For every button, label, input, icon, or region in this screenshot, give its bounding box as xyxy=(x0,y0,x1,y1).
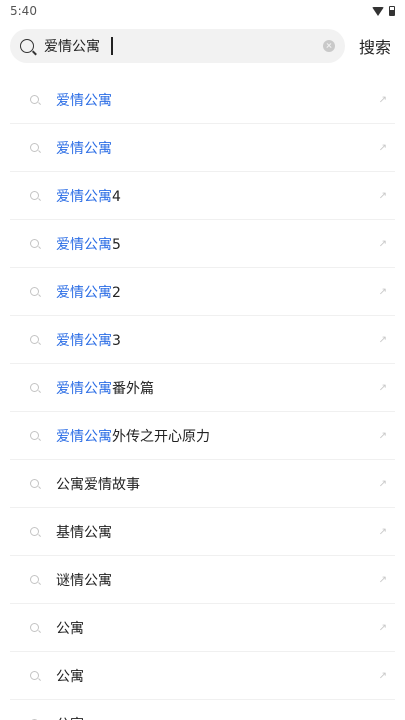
suggestion-rest: 番外篇 xyxy=(112,380,154,397)
status-icons xyxy=(372,6,395,16)
suggestion-text: 爱情公寓2 xyxy=(56,282,121,302)
search-input[interactable] xyxy=(44,38,323,54)
suggestion-text: 爱情公寓5 xyxy=(56,234,121,254)
suggestion-item[interactable]: 谜情公寓 ↗ xyxy=(10,556,395,604)
search-icon xyxy=(30,623,39,632)
suggestion-rest: 3 xyxy=(112,332,121,349)
battery-icon xyxy=(389,6,395,16)
suggestion-list: 爱情公寓 ↗ 爱情公寓 ↗ 爱情公寓4 ↗ 爱情公寓5 ↗ 爱情公寓2 ↗ 爱情公寓3 ↗ 爱情公寓番外… xyxy=(10,76,395,720)
suggestion-item[interactable]: 公寓↗ xyxy=(10,700,395,720)
suggestion-item[interactable]: 爱情公寓3 ↗ xyxy=(10,316,395,364)
suggestion-rest: 5 xyxy=(112,236,121,253)
suggestion-rest: 外传之开心原力 xyxy=(112,428,210,445)
suggestion-item[interactable]: 公寓 ↗ xyxy=(10,604,395,652)
arrow-up-left-icon[interactable]: ↗ xyxy=(379,334,387,345)
arrow-up-left-icon[interactable]: ↗ xyxy=(379,142,387,153)
suggestion-text: 公寓 xyxy=(56,666,84,686)
search-icon xyxy=(30,383,39,392)
arrow-up-left-icon[interactable]: ↗ xyxy=(379,574,387,585)
search-icon xyxy=(30,287,39,296)
suggestion-text: 公寓 xyxy=(56,714,84,720)
arrow-up-left-icon[interactable]: ↗ xyxy=(379,430,387,441)
suggestion-text: 爱情公寓番外篇 xyxy=(56,378,154,398)
suggestion-item[interactable]: 爱情公寓4 ↗ xyxy=(10,172,395,220)
suggestion-highlight: 爱情公寓 xyxy=(56,188,112,205)
suggestion-item[interactable]: 公寓 ↗ xyxy=(10,652,395,700)
suggestion-highlight: 爱情公寓 xyxy=(56,428,112,445)
search-icon xyxy=(20,39,34,53)
suggestion-text: 爱情公寓外传之开心原力 xyxy=(56,426,210,446)
arrow-up-left-icon[interactable]: ↗ xyxy=(379,94,387,105)
search-icon xyxy=(30,143,39,152)
suggestion-rest: 公寓 xyxy=(56,717,84,720)
suggestion-rest: 公寓爱情故事 xyxy=(56,476,140,493)
suggestion-text: 爱情公寓 xyxy=(56,138,112,158)
suggestion-highlight: 爱情公寓 xyxy=(56,140,112,157)
suggestion-item[interactable]: 爱情公寓5 ↗ xyxy=(10,220,395,268)
status-time: 5:40 xyxy=(10,4,37,18)
suggestion-highlight: 爱情公寓 xyxy=(56,380,112,397)
suggestion-item[interactable]: 公寓爱情故事 ↗ xyxy=(10,460,395,508)
suggestion-text: 爱情公寓3 xyxy=(56,330,121,350)
search-icon xyxy=(30,527,39,536)
arrow-up-left-icon[interactable]: ↗ xyxy=(379,190,387,201)
suggestion-item[interactable]: 基情公寓 ↗ xyxy=(10,508,395,556)
suggestion-highlight: 爱情公寓 xyxy=(56,284,112,301)
search-icon xyxy=(30,671,39,680)
search-icon xyxy=(30,239,39,248)
search-icon xyxy=(30,335,39,344)
suggestion-rest: 谜情公寓 xyxy=(56,572,112,589)
arrow-up-left-icon[interactable]: ↗ xyxy=(379,478,387,489)
suggestion-item[interactable]: 爱情公寓 ↗ xyxy=(10,76,395,124)
suggestion-rest: 公寓 xyxy=(56,668,84,685)
suggestion-item[interactable]: 爱情公寓2 ↗ xyxy=(10,268,395,316)
status-bar: 5:40 xyxy=(0,0,405,22)
suggestion-text: 公寓爱情故事 xyxy=(56,474,140,494)
wifi-icon xyxy=(372,6,384,16)
suggestion-highlight: 爱情公寓 xyxy=(56,332,112,349)
search-icon xyxy=(30,95,39,104)
search-button[interactable]: 搜索 xyxy=(355,34,395,58)
suggestion-item[interactable]: 爱情公寓番外篇 ↗ xyxy=(10,364,395,412)
suggestion-text: 公寓 xyxy=(56,618,84,638)
search-icon xyxy=(30,191,39,200)
arrow-up-left-icon[interactable]: ↗ xyxy=(379,622,387,633)
clear-icon[interactable] xyxy=(322,40,335,52)
arrow-up-left-icon[interactable]: ↗ xyxy=(379,286,387,297)
suggestion-text: 爱情公寓4 xyxy=(56,186,121,206)
suggestion-item[interactable]: 爱情公寓外传之开心原力 ↗ xyxy=(10,412,395,460)
arrow-up-left-icon[interactable]: ↗ xyxy=(379,670,387,681)
search-box[interactable] xyxy=(10,29,345,63)
search-row: 搜索 xyxy=(0,22,405,70)
suggestion-highlight: 爱情公寓 xyxy=(56,92,112,109)
suggestion-rest: 2 xyxy=(112,284,121,301)
suggestion-text: 爱情公寓 xyxy=(56,90,112,110)
suggestion-text: 谜情公寓 xyxy=(56,570,112,590)
arrow-up-left-icon[interactable]: ↗ xyxy=(379,382,387,393)
suggestion-highlight: 爱情公寓 xyxy=(56,236,112,253)
suggestion-text: 基情公寓 xyxy=(56,522,112,542)
text-caret xyxy=(111,37,113,55)
arrow-up-left-icon[interactable]: ↗ xyxy=(379,238,387,249)
search-icon xyxy=(30,431,39,440)
arrow-up-left-icon[interactable]: ↗ xyxy=(379,526,387,537)
suggestion-rest: 公寓 xyxy=(56,620,84,637)
search-icon xyxy=(30,575,39,584)
suggestion-rest: 4 xyxy=(112,188,121,205)
search-icon xyxy=(30,479,39,488)
suggestion-item[interactable]: 爱情公寓 ↗ xyxy=(10,124,395,172)
suggestion-rest: 基情公寓 xyxy=(56,524,112,541)
